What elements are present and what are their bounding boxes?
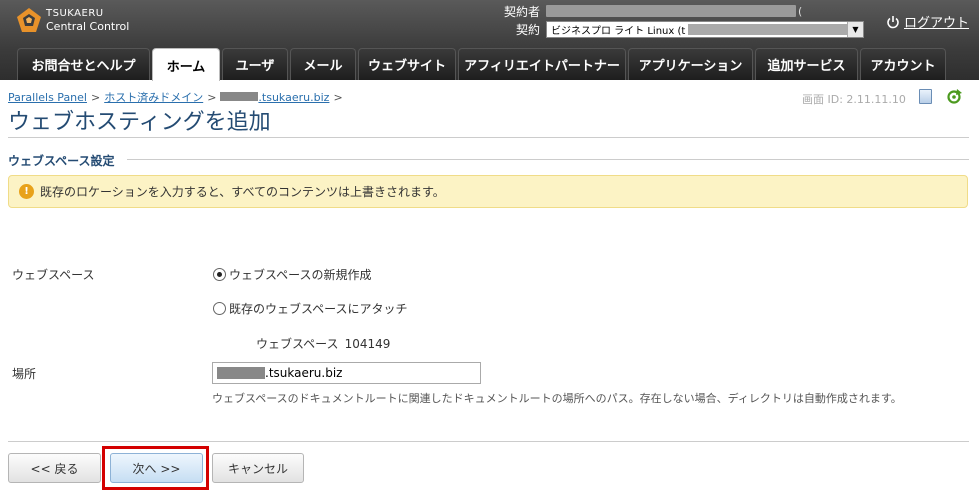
- title-divider: [8, 137, 969, 138]
- warning-icon: !: [19, 184, 34, 199]
- radio-new-webspace[interactable]: ウェブスペースの新規作成: [213, 266, 372, 283]
- logo-line1: TSUKAERU: [46, 8, 104, 19]
- top-header: TSUKAERU Central Control 契約者 ( 契約 ビジネスプロ…: [0, 0, 979, 81]
- contractor-name-redacted: [546, 5, 796, 17]
- radio-new-webspace-label: ウェブスペースの新規作成: [229, 268, 372, 282]
- contractor-paren: (: [798, 4, 803, 18]
- back-button[interactable]: << 戻る: [8, 453, 101, 483]
- location-hint: ウェブスペースのドキュメントルートに関連したドキュメントルートの場所へのパス。存…: [212, 392, 902, 405]
- webspace-label: ウェブスペース: [12, 268, 95, 282]
- footer-divider: [8, 441, 969, 442]
- section-title: ウェブスペース設定: [8, 154, 115, 168]
- power-icon: [887, 15, 899, 28]
- radio-button-checked[interactable]: [213, 268, 226, 281]
- breadcrumb: Parallels Panel > ホスト済みドメイン > .tsukaeru.…: [8, 89, 343, 105]
- main-nav-tabs: お問合せとヘルプ ホーム ユーザ メール ウェブサイト アフィリエイトパートナー…: [17, 48, 948, 81]
- contract-select-redacted: [688, 23, 861, 35]
- tab-applications[interactable]: アプリケーション: [628, 48, 753, 80]
- logo[interactable]: TSUKAERU Central Control: [16, 7, 129, 33]
- contract-info: 契約者 ( 契約 ビジネスプロ ライト Linux (t ▼: [470, 2, 864, 38]
- breadcrumb-domain[interactable]: .tsukaeru.biz: [220, 91, 329, 104]
- next-button-highlight: [102, 446, 209, 490]
- webspace-id: ウェブスペース 104149: [256, 335, 390, 352]
- contract-select-value: ビジネスプロ ライト Linux (t: [551, 25, 686, 37]
- breadcrumb-parallels-panel[interactable]: Parallels Panel: [8, 91, 87, 104]
- chevron-down-icon[interactable]: ▼: [847, 21, 863, 37]
- webspace-id-label: ウェブスペース: [256, 337, 339, 351]
- screen-id: 画面 ID: 2.11.11.10: [802, 93, 906, 106]
- contract-label: 契約: [515, 22, 540, 37]
- contractor-label: 契約者: [503, 4, 540, 19]
- location-label: 場所: [12, 367, 37, 381]
- logout-link[interactable]: ログアウト: [886, 12, 969, 31]
- breadcrumb-hosted-domains[interactable]: ホスト済みドメイン: [104, 89, 203, 105]
- warning-text: 既存のロケーションを入力すると、すべてのコンテンツは上書きされます。: [40, 185, 445, 199]
- tab-help[interactable]: お問合せとヘルプ: [17, 48, 150, 80]
- tab-extra-services[interactable]: 追加サービス: [755, 48, 858, 80]
- tab-websites[interactable]: ウェブサイト: [358, 48, 456, 80]
- logout-label: ログアウト: [904, 16, 970, 31]
- domain-redacted: [220, 91, 259, 101]
- radio-attach-webspace-label: 既存のウェブスペースにアタッチ: [229, 302, 408, 316]
- refresh-icon[interactable]: [946, 89, 962, 105]
- warning-message: ! 既存のロケーションを入力すると、すべてのコンテンツは上書きされます。: [8, 175, 968, 208]
- page-title: ウェブホスティングを追加: [8, 110, 271, 135]
- location-input[interactable]: .tsukaeru.biz: [212, 362, 481, 384]
- radio-button[interactable]: [213, 302, 226, 315]
- radio-attach-webspace[interactable]: 既存のウェブスペースにアタッチ: [213, 300, 408, 317]
- tab-home[interactable]: ホーム: [152, 48, 220, 81]
- cancel-button[interactable]: キャンセル: [212, 453, 304, 483]
- tab-users[interactable]: ユーザ: [222, 48, 288, 80]
- tab-mail[interactable]: メール: [290, 48, 356, 80]
- section-divider: [127, 159, 969, 160]
- contract-select[interactable]: ビジネスプロ ライト Linux (t ▼: [546, 20, 864, 38]
- location-redacted: [217, 367, 265, 379]
- webspace-id-number: 104149: [344, 337, 391, 351]
- page-info-icon[interactable]: [919, 89, 932, 104]
- logo-line2: Central Control: [46, 20, 130, 33]
- tab-affiliate[interactable]: アフィリエイトパートナー: [458, 48, 626, 80]
- location-value: .tsukaeru.biz: [265, 366, 343, 380]
- logo-icon: [16, 7, 42, 33]
- tab-account[interactable]: アカウント: [860, 48, 946, 80]
